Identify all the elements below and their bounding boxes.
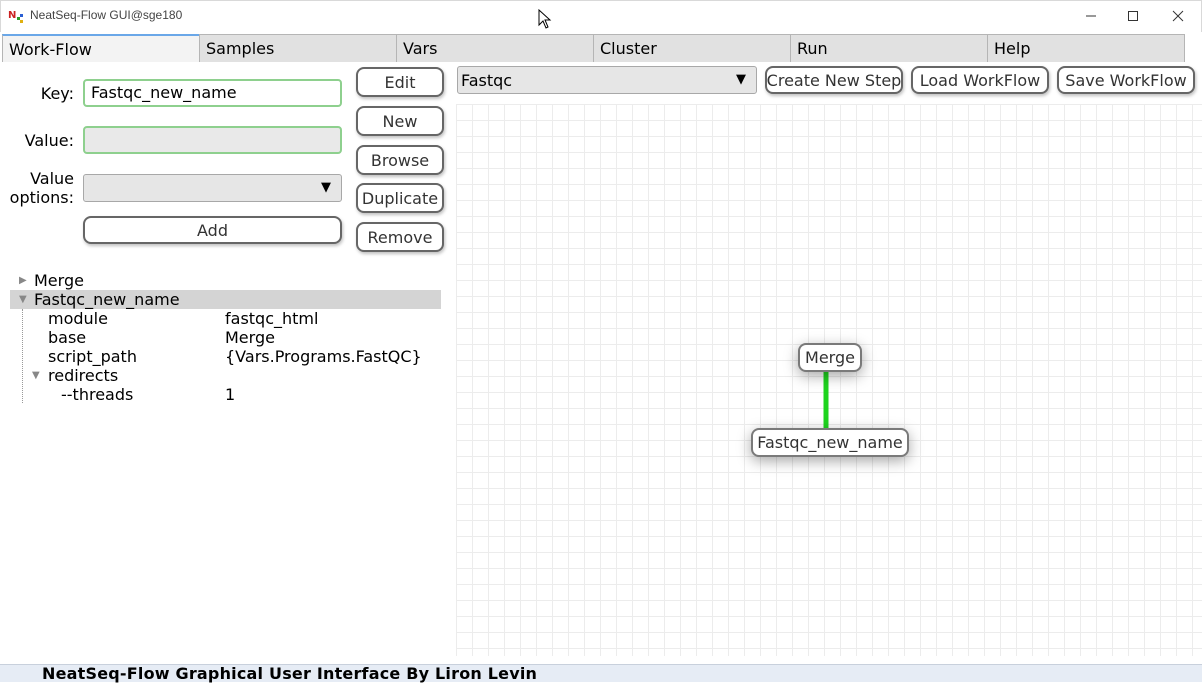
tree-row-threads[interactable]: --threads 1 <box>10 385 441 404</box>
dropdown-arrow-icon: ▼ <box>321 180 331 195</box>
close-button[interactable] <box>1155 0 1201 32</box>
graph-node-fastqc-new-name[interactable]: Fastqc_new_name <box>751 428 909 457</box>
tree-item-label: Merge <box>34 271 84 290</box>
value-options-label-line2: options: <box>9 188 74 207</box>
tab-cluster[interactable]: Cluster <box>593 34 791 62</box>
graph-node-merge[interactable]: Merge <box>798 343 862 372</box>
key-label: Key: <box>40 84 74 103</box>
value-options-label: Value options: <box>6 169 74 207</box>
tab-help[interactable]: Help <box>987 34 1185 62</box>
svg-text:N: N <box>8 10 16 21</box>
minimize-icon <box>1086 15 1096 17</box>
tree-value: {Vars.Programs.FastQC} <box>225 347 422 366</box>
dropdown-arrow-icon: ▼ <box>736 72 746 87</box>
tree-expanded-icon: ▼ <box>32 370 40 381</box>
tree-key: --threads <box>61 385 134 404</box>
tree-key: script_path <box>48 347 137 366</box>
tree-value: fastqc_html <box>225 309 319 328</box>
create-new-step-button[interactable]: Create New Step <box>765 66 903 94</box>
tree-item-fastqc-new-name[interactable]: ▼ Fastqc_new_name <box>10 290 441 309</box>
tree-row-base[interactable]: base Merge <box>10 328 441 347</box>
tree-key: module <box>48 309 108 328</box>
maximize-button[interactable] <box>1110 0 1156 32</box>
new-button[interactable]: New <box>356 106 444 136</box>
tree-value: Merge <box>225 328 275 347</box>
save-workflow-button[interactable]: Save WorkFlow <box>1057 66 1195 94</box>
tree-item-merge[interactable]: ▶ Merge <box>10 271 441 290</box>
module-select[interactable]: Fastqc ▼ <box>457 66 757 94</box>
remove-button[interactable]: Remove <box>356 222 444 252</box>
minimize-button[interactable] <box>1068 0 1114 32</box>
window-title: NeatSeq-Flow GUI@sge180 <box>30 8 183 22</box>
status-text: NeatSeq-Flow Graphical User Interface By… <box>42 664 538 683</box>
maximize-icon <box>1128 11 1138 21</box>
close-icon <box>1172 10 1184 22</box>
tree-key: base <box>48 328 87 347</box>
key-input[interactable]: Fastqc_new_name <box>83 79 342 107</box>
tree-expanded-icon: ▼ <box>19 294 27 305</box>
value-input[interactable] <box>83 126 342 154</box>
value-options-select[interactable]: ▼ <box>83 174 342 202</box>
edit-button[interactable]: Edit <box>356 67 444 97</box>
tree-row-redirects[interactable]: ▼ redirects <box>10 366 441 385</box>
tree-row-module[interactable]: module fastqc_html <box>10 309 441 328</box>
tree-collapsed-icon: ▶ <box>19 275 27 286</box>
browse-button[interactable]: Browse <box>356 145 444 175</box>
module-selected: Fastqc <box>461 71 513 90</box>
tree-row-script-path[interactable]: script_path {Vars.Programs.FastQC} <box>10 347 441 366</box>
mouse-cursor-icon <box>538 9 552 29</box>
value-label: Value: <box>24 131 74 150</box>
tree-value: 1 <box>225 385 236 404</box>
add-button[interactable]: Add <box>83 216 342 244</box>
graph-edge <box>823 370 829 430</box>
value-options-label-line1: Value <box>30 169 74 188</box>
app-icon: N <box>8 10 23 23</box>
load-workflow-button[interactable]: Load WorkFlow <box>911 66 1049 94</box>
tab-run[interactable]: Run <box>790 34 988 62</box>
tab-vars[interactable]: Vars <box>396 34 594 62</box>
tree-item-label: Fastqc_new_name <box>34 290 180 309</box>
tab-samples[interactable]: Samples <box>199 34 397 62</box>
tree-key: redirects <box>48 366 119 385</box>
duplicate-button[interactable]: Duplicate <box>356 183 444 213</box>
tab-work-flow[interactable]: Work-Flow <box>2 34 200 62</box>
